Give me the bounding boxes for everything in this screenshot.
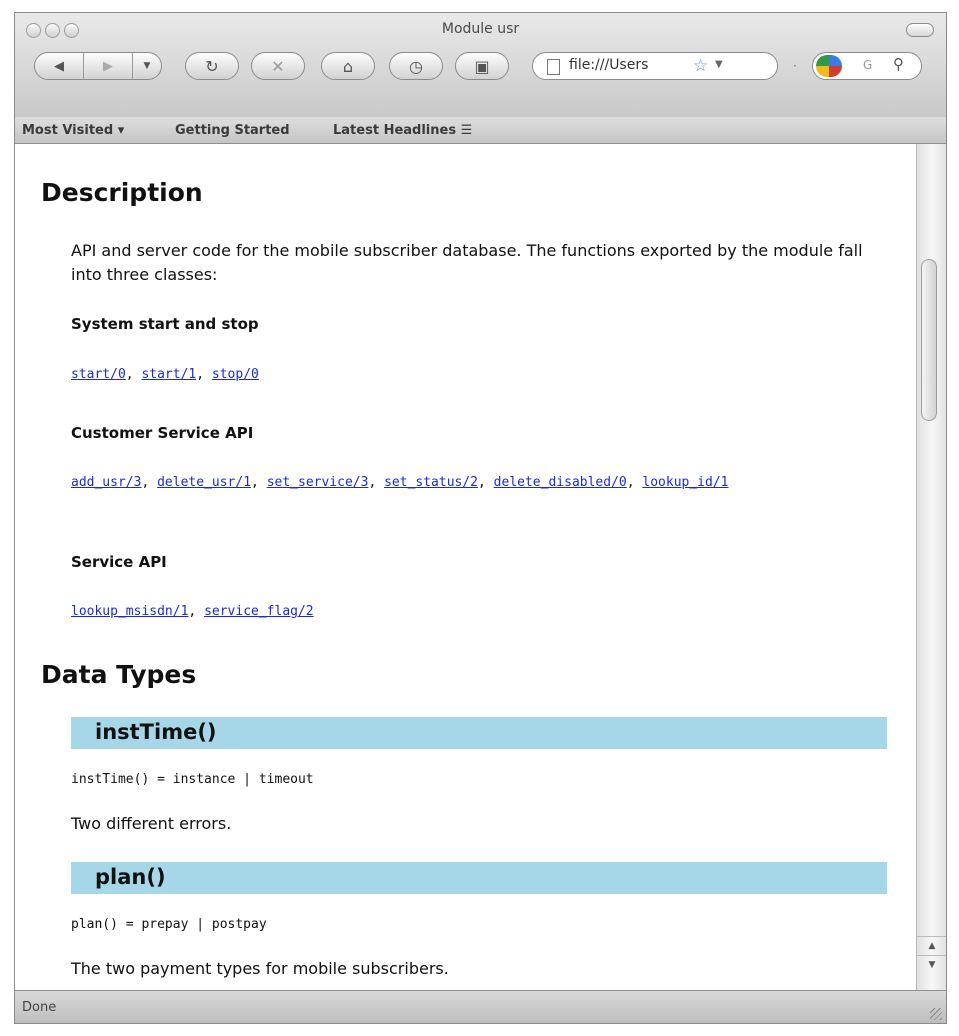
search-field[interactable]: G ⚲ xyxy=(812,52,922,80)
function-link[interactable]: start/1 xyxy=(141,367,196,382)
status-text: Done xyxy=(22,1000,57,1015)
google-search-engine-icon[interactable] xyxy=(816,55,842,77)
function-link[interactable]: add_usr/3 xyxy=(71,475,141,490)
bookmarks-toolbar: Most Visited ▾ Getting Started Latest He… xyxy=(15,117,946,144)
type-definition: plan() = prepay | postpay xyxy=(71,917,267,932)
window-title: Module usr xyxy=(441,21,520,37)
bookmark-most-visited[interactable]: Most Visited ▾ xyxy=(22,123,124,138)
section-links: lookup_msisdn/1, service_flag/2 xyxy=(71,604,314,619)
scroll-down-arrow-icon[interactable]: ▼ xyxy=(917,955,946,974)
type-definition: instTime() = instance | timeout xyxy=(71,772,314,787)
description-text: API and server code for the mobile subsc… xyxy=(71,241,863,284)
document-icon xyxy=(547,59,560,75)
status-bar: Done xyxy=(15,990,946,1023)
vertical-scrollbar[interactable]: ▲ ▼ xyxy=(916,144,946,990)
history-clock-icon: ◷ xyxy=(409,56,423,76)
function-link[interactable]: set_status/2 xyxy=(384,475,478,490)
function-link[interactable]: stop/0 xyxy=(212,367,259,382)
chevron-down-icon: ▼ xyxy=(143,61,151,71)
section-title: System start and stop xyxy=(71,315,259,333)
scroll-up-arrow-icon[interactable]: ▲ xyxy=(917,936,946,955)
section-links: start/0, start/1, stop/0 xyxy=(71,367,259,382)
back-forward-buttons: ◀ ▶ ▼ xyxy=(34,52,162,80)
reload-button[interactable]: ↻ xyxy=(185,52,239,80)
chevron-down-icon[interactable]: ▼ xyxy=(715,59,723,70)
history-button[interactable]: ◷ xyxy=(389,52,443,80)
description-heading: Description xyxy=(41,178,203,207)
forward-button[interactable]: ▶ xyxy=(84,53,132,79)
function-link[interactable]: delete_disabled/0 xyxy=(494,475,627,490)
type-header: instTime() xyxy=(71,717,887,749)
type-header: plan() xyxy=(71,862,887,894)
section-title: Customer Service API xyxy=(71,424,254,442)
type-description: The two payment types for mobile subscri… xyxy=(71,959,449,978)
type-name: plan() xyxy=(95,865,166,889)
function-link[interactable]: lookup_id/1 xyxy=(642,475,728,490)
stop-button[interactable]: ✕ xyxy=(251,52,305,80)
bookmark-icon: ▣ xyxy=(474,56,490,76)
browser-chrome: Module usr ◀ ▶ ▼ ↻ ✕ ⌂ ◷ ▣ file:///Users… xyxy=(15,13,946,118)
bookmark-getting-started[interactable]: Getting Started xyxy=(175,123,290,138)
back-arrow-icon: ◀ xyxy=(54,58,64,74)
type-description: Two different errors. xyxy=(71,814,232,833)
separator-dot: · xyxy=(793,59,797,73)
browser-window: Module usr ◀ ▶ ▼ ↻ ✕ ⌂ ◷ ▣ file:///Users… xyxy=(14,12,947,1024)
page-content: Description API and server code for the … xyxy=(15,144,915,990)
data-types-heading: Data Types xyxy=(41,660,197,689)
back-button[interactable]: ◀ xyxy=(35,53,83,79)
toolbar-toggle-icon[interactable] xyxy=(906,23,934,37)
function-link[interactable]: delete_usr/1 xyxy=(157,475,251,490)
home-button[interactable]: ⌂ xyxy=(321,52,375,80)
search-placeholder: G xyxy=(863,58,873,72)
section-links: add_usr/3, delete_usr/1, set_service/3, … xyxy=(71,475,729,490)
search-icon[interactable]: ⚲ xyxy=(893,55,904,73)
url-text[interactable]: file:///Users xyxy=(569,57,691,75)
history-dropdown-button[interactable]: ▼ xyxy=(133,53,161,79)
forward-arrow-icon: ▶ xyxy=(103,58,113,74)
star-bookmark-icon[interactable]: ☆ xyxy=(693,56,708,76)
section-title: Service API xyxy=(71,553,167,571)
home-icon: ⌂ xyxy=(342,56,354,76)
function-link[interactable]: lookup_msisdn/1 xyxy=(71,604,188,619)
function-link[interactable]: start/0 xyxy=(71,367,126,382)
bookmark-latest-headlines[interactable]: Latest Headlines ☰ xyxy=(333,123,472,138)
type-name: instTime() xyxy=(95,720,217,744)
function-link[interactable]: set_service/3 xyxy=(267,475,369,490)
stop-icon: ✕ xyxy=(271,56,285,76)
scrollbar-thumb[interactable] xyxy=(921,259,937,421)
resize-grip-icon[interactable] xyxy=(930,1008,942,1020)
reload-icon: ↻ xyxy=(205,56,219,76)
function-link[interactable]: service_flag/2 xyxy=(204,604,314,619)
bookmark-button[interactable]: ▣ xyxy=(455,52,509,80)
url-bar[interactable]: file:///Users ☆ ▼ xyxy=(532,52,778,80)
